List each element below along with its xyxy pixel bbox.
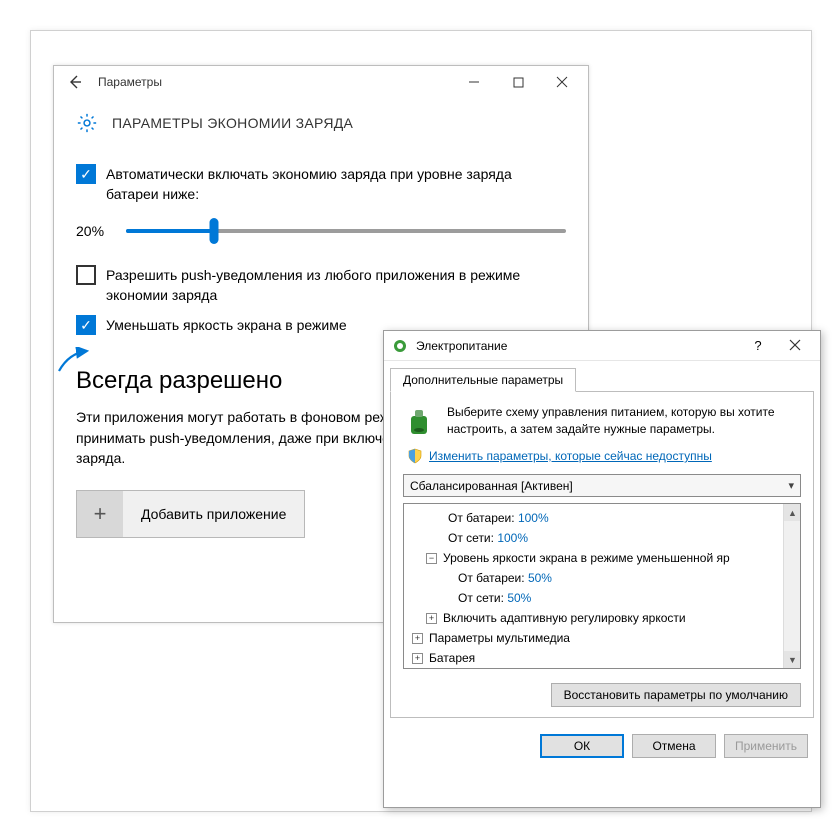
tree-label: От сети: [448, 529, 494, 547]
minimize-button[interactable] [452, 68, 496, 96]
dim-screen-label: Уменьшать яркость экрана в режиме [106, 315, 347, 335]
dialog-titlebar: Электропитание ? [384, 331, 820, 361]
tree-value[interactable]: 50% [507, 589, 531, 607]
tab-strip: Дополнительные параметры [384, 361, 820, 391]
power-icon [392, 338, 408, 354]
slider-thumb[interactable] [210, 218, 219, 244]
maximize-button[interactable] [496, 68, 540, 96]
slider-fill [126, 229, 214, 233]
change-unavailable-link-row: Изменить параметры, которые сейчас недос… [407, 448, 801, 464]
close-button[interactable] [540, 68, 584, 96]
tab-panel: Выберите схему управления питанием, кото… [390, 391, 814, 718]
tree-value[interactable]: 100% [518, 509, 549, 527]
dialog-title: Электропитание [416, 339, 507, 353]
scroll-down-icon[interactable]: ▼ [784, 651, 801, 668]
tree-row[interactable]: От сети: 50% [404, 588, 800, 608]
back-arrow-icon[interactable] [64, 71, 86, 93]
tree-label: Батарея [429, 649, 475, 667]
dialog-buttons: ОК Отмена Применить [384, 724, 820, 770]
expand-icon[interactable]: + [412, 653, 423, 664]
apply-button[interactable]: Применить [724, 734, 808, 758]
dialog-controls: ? [744, 338, 814, 354]
threshold-value: 20% [76, 223, 126, 239]
tree-label: От батареи: [458, 569, 525, 587]
canvas: Параметры ПАРАМЕТРЫ ЭКОНОМИИ [30, 30, 812, 812]
tab-advanced[interactable]: Дополнительные параметры [390, 368, 576, 392]
expand-icon[interactable]: + [426, 613, 437, 624]
gear-icon [76, 112, 98, 134]
settings-titlebar: Параметры [54, 66, 588, 98]
help-button[interactable]: ? [744, 338, 772, 353]
power-options-dialog: Электропитание ? Дополнительные параметр… [383, 330, 821, 808]
shield-icon [407, 448, 423, 464]
threshold-slider[interactable] [126, 229, 566, 233]
settings-header: ПАРАМЕТРЫ ЭКОНОМИИ ЗАРЯДА [54, 98, 588, 140]
tree-label: От батареи: [448, 509, 515, 527]
expand-icon[interactable]: + [412, 633, 423, 644]
add-app-button[interactable]: + Добавить приложение [76, 490, 305, 538]
allow-push-checkbox[interactable] [76, 265, 96, 285]
restore-defaults-button[interactable]: Восстановить параметры по умолчанию [551, 683, 801, 707]
tree-row[interactable]: От сети: 100% [404, 528, 800, 548]
tree-label: Параметры мультимедиа [429, 629, 570, 647]
auto-enable-label: Автоматически включать экономию заряда п… [106, 164, 566, 205]
dim-screen-checkbox[interactable] [76, 315, 96, 335]
restore-row: Восстановить параметры по умолчанию [403, 683, 801, 707]
tree-node-brightness[interactable]: − Уровень яркости экрана в режиме уменьш… [404, 548, 800, 568]
collapse-icon[interactable]: − [426, 553, 437, 564]
change-unavailable-link[interactable]: Изменить параметры, которые сейчас недос… [429, 449, 712, 463]
auto-enable-checkbox[interactable] [76, 164, 96, 184]
dialog-close-button[interactable] [776, 338, 814, 354]
allow-push-label: Разрешить push-уведомления из любого при… [106, 265, 566, 306]
plus-icon: + [77, 491, 123, 537]
threshold-slider-row: 20% [76, 223, 566, 239]
scroll-up-icon[interactable]: ▲ [784, 504, 801, 521]
power-plan-select[interactable]: Сбалансированная [Активен] ▾ [403, 474, 801, 497]
window-controls [452, 68, 584, 96]
battery-icon [403, 404, 437, 438]
tree-node-multimedia[interactable]: + Параметры мультимедиа [404, 628, 800, 648]
page-heading: ПАРАМЕТРЫ ЭКОНОМИИ ЗАРЯДА [112, 115, 353, 131]
power-plan-value: Сбалансированная [Активен] [410, 479, 573, 493]
tree-label: От сети: [458, 589, 504, 607]
panel-header: Выберите схему управления питанием, кото… [403, 404, 801, 438]
window-title: Параметры [98, 75, 162, 89]
tree-row[interactable]: От батареи: 50% [404, 568, 800, 588]
tree-value[interactable]: 100% [497, 529, 528, 547]
ok-button[interactable]: ОК [540, 734, 624, 758]
tree-label: Включить адаптивную регулировку яркости [443, 609, 686, 627]
tree-node-battery[interactable]: + Батарея [404, 648, 800, 668]
chevron-down-icon: ▾ [788, 479, 794, 492]
allow-push-row: Разрешить push-уведомления из любого при… [76, 265, 566, 306]
cancel-button[interactable]: Отмена [632, 734, 716, 758]
panel-description: Выберите схему управления питанием, кото… [447, 404, 801, 438]
scrollbar[interactable]: ▲ ▼ [783, 504, 800, 668]
auto-enable-row: Автоматически включать экономию заряда п… [76, 164, 566, 205]
settings-tree[interactable]: От батареи: 100% От сети: 100% − Уровень… [403, 503, 801, 669]
tree-row[interactable]: От батареи: 100% [404, 508, 800, 528]
tree-value[interactable]: 50% [528, 569, 552, 587]
tree-node-adaptive[interactable]: + Включить адаптивную регулировку яркост… [404, 608, 800, 628]
tree-label: Уровень яркости экрана в режиме уменьшен… [443, 549, 730, 567]
add-app-label: Добавить приложение [123, 506, 304, 522]
